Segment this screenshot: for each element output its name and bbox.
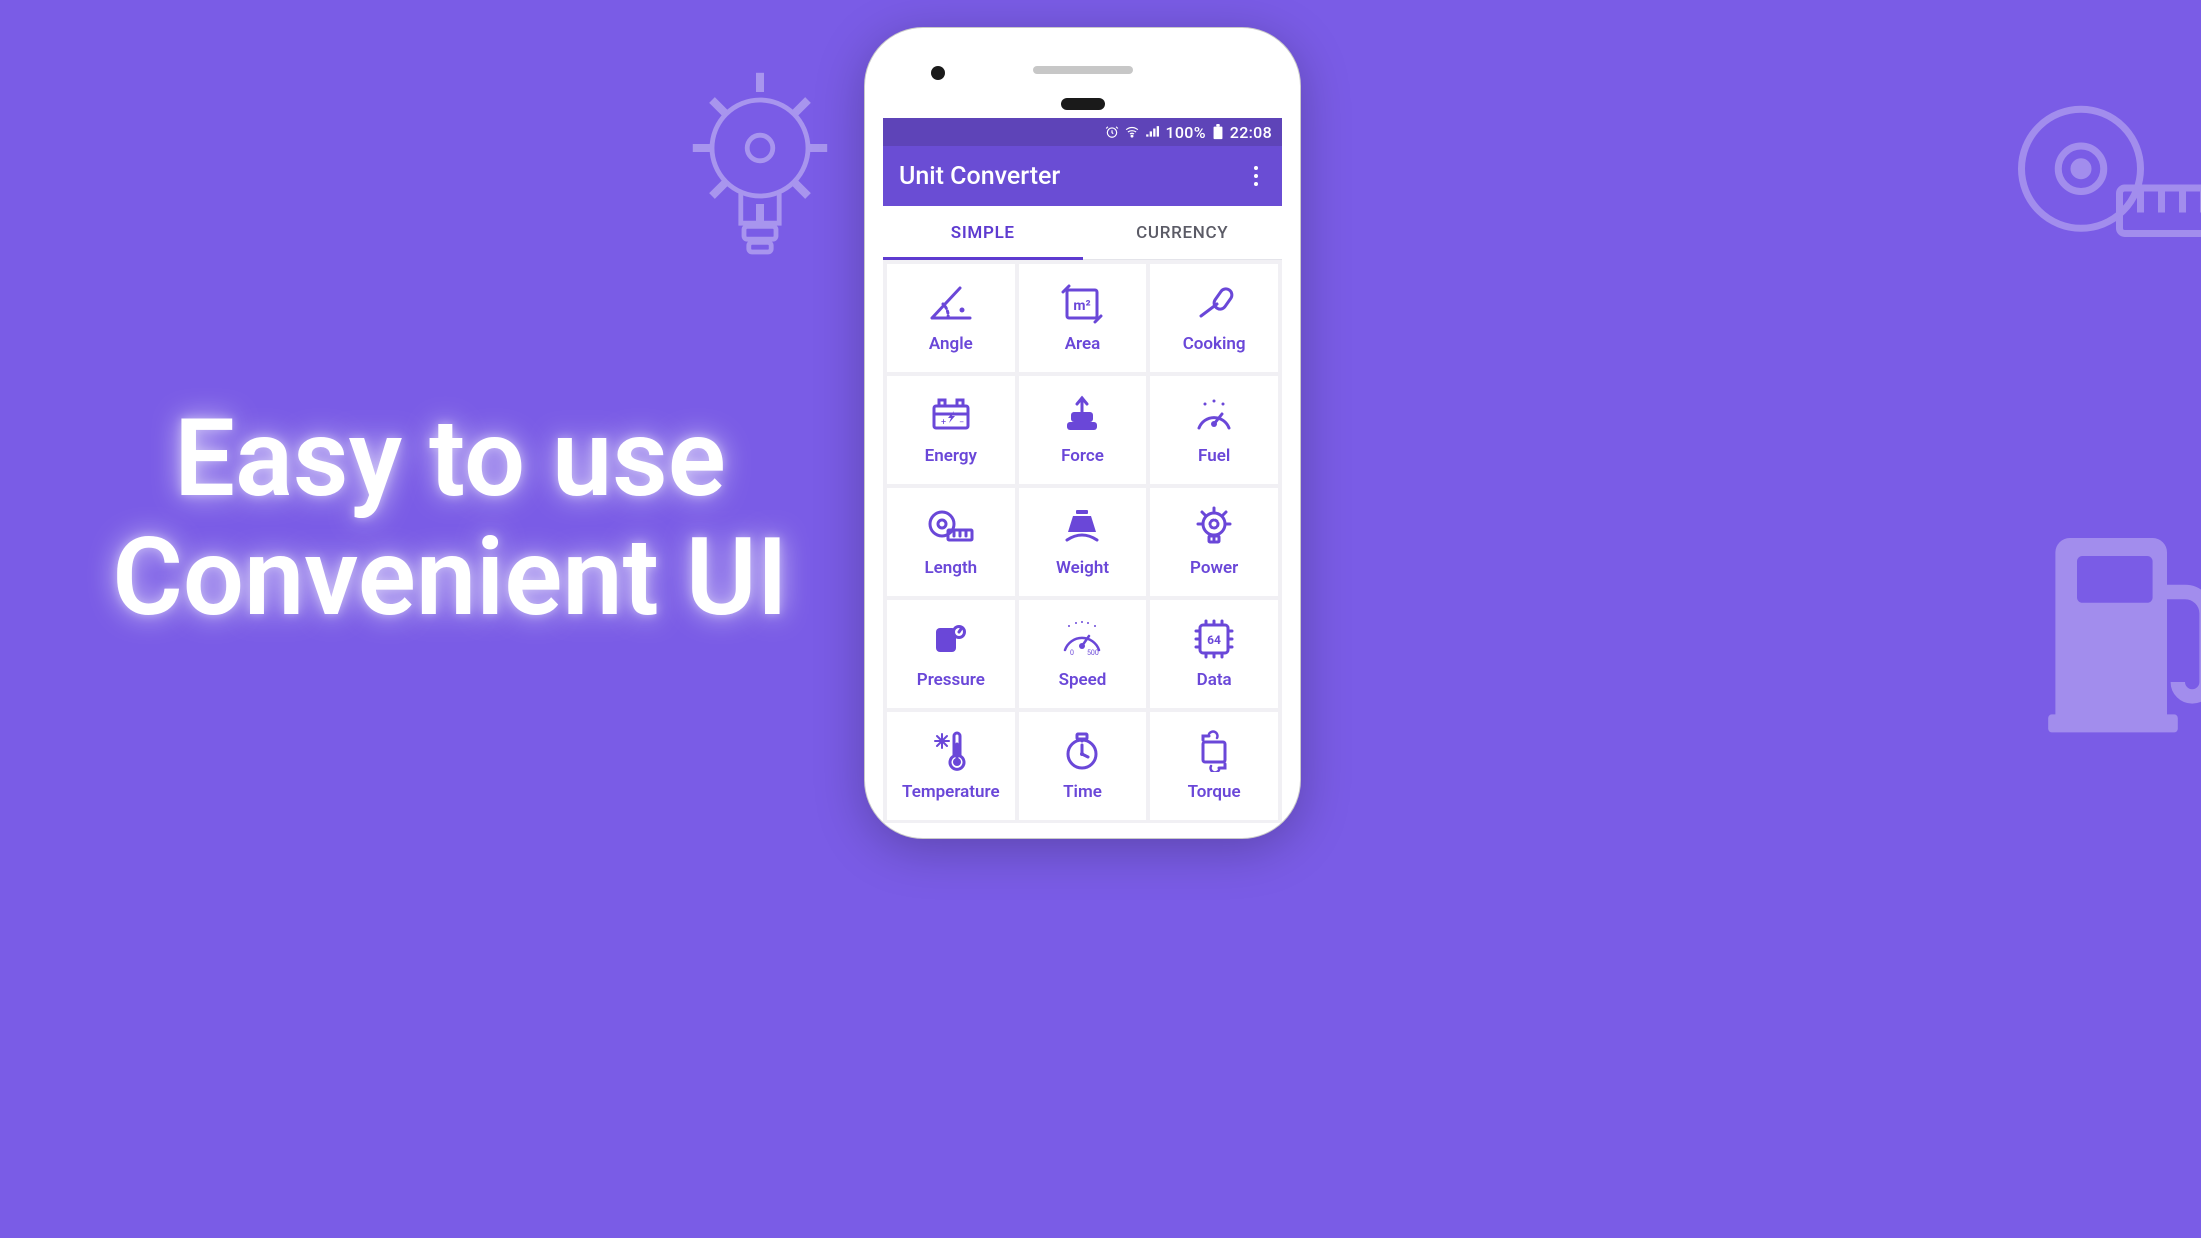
pressure-icon [926, 618, 976, 660]
category-data[interactable]: 64 Data [1150, 600, 1278, 708]
category-force[interactable]: Force [1019, 376, 1147, 484]
category-label: Angle [929, 334, 973, 354]
category-label: Length [924, 558, 977, 578]
phone-speaker-icon [1033, 66, 1133, 74]
power-icon [1189, 506, 1239, 548]
category-label: Energy [925, 446, 977, 466]
category-label: Area [1065, 334, 1101, 354]
svg-text:m²: m² [1074, 298, 1091, 314]
phone-bezel-top [865, 28, 1300, 118]
phone-camera-icon [931, 66, 945, 80]
svg-text:0: 0 [1070, 649, 1074, 657]
category-cooking[interactable]: Cooking [1150, 264, 1278, 372]
alarm-icon [1105, 125, 1119, 139]
category-pressure[interactable]: Pressure [887, 600, 1015, 708]
promo-headline: Easy to use Convenient UI [90, 400, 810, 638]
category-fuel[interactable]: Fuel [1150, 376, 1278, 484]
length-icon [926, 506, 976, 548]
lightbulb-gear-icon [680, 60, 840, 280]
category-length[interactable]: Length [887, 488, 1015, 596]
weight-icon [1057, 506, 1107, 548]
app-bar: Unit Converter [883, 146, 1282, 206]
category-label: Time [1063, 782, 1102, 802]
battery-icon [1212, 124, 1224, 140]
svg-text:−: − [959, 418, 964, 428]
fuel-icon [1189, 394, 1239, 436]
category-label: Weight [1056, 558, 1109, 578]
category-temperature[interactable]: Temperature [887, 712, 1015, 820]
category-weight[interactable]: Weight [1019, 488, 1147, 596]
tape-measure-icon [2011, 90, 2201, 260]
phone-screen: 100% 22:08 Unit Converter SIMPLE CURRENC… [883, 118, 1282, 823]
app-title: Unit Converter [899, 162, 1060, 191]
force-icon [1057, 394, 1107, 436]
category-label: Speed [1059, 670, 1107, 690]
svg-text:+: + [941, 418, 946, 428]
overflow-menu-button[interactable] [1246, 162, 1266, 190]
temperature-icon [926, 730, 976, 772]
promo-line-2: Convenient UI [90, 519, 810, 638]
svg-text:64: 64 [1207, 633, 1221, 647]
category-energy[interactable]: + − Energy [887, 376, 1015, 484]
category-area[interactable]: m² Area [1019, 264, 1147, 372]
category-label: Force [1061, 446, 1104, 466]
category-time[interactable]: Time [1019, 712, 1147, 820]
angle-icon [926, 282, 976, 324]
time-icon [1057, 730, 1107, 772]
category-label: Fuel [1198, 446, 1230, 466]
clock-text: 22:08 [1230, 123, 1272, 142]
phone-mockup: 100% 22:08 Unit Converter SIMPLE CURRENC… [865, 28, 1300, 838]
signal-icon [1145, 125, 1159, 139]
fuel-pump-icon [2041, 520, 2201, 740]
tab-bar: SIMPLE CURRENCY [883, 206, 1282, 260]
phone-home-pill-icon [1061, 98, 1105, 110]
category-label: Temperature [902, 782, 1000, 802]
cooking-icon [1189, 282, 1239, 324]
area-icon: m² [1057, 282, 1107, 324]
category-label: Data [1197, 670, 1232, 690]
status-bar: 100% 22:08 [883, 118, 1282, 146]
data-icon: 64 [1189, 618, 1239, 660]
wifi-icon [1125, 125, 1139, 139]
energy-icon: + − [926, 394, 976, 436]
torque-icon [1189, 730, 1239, 772]
category-label: Pressure [917, 670, 985, 690]
category-label: Torque [1188, 782, 1241, 802]
tab-simple[interactable]: SIMPLE [883, 206, 1083, 259]
tab-currency[interactable]: CURRENCY [1083, 206, 1283, 259]
svg-text:500: 500 [1087, 649, 1099, 657]
category-power[interactable]: Power [1150, 488, 1278, 596]
category-label: Power [1190, 558, 1238, 578]
battery-text: 100% [1165, 123, 1205, 142]
category-label: Cooking [1183, 334, 1246, 354]
speed-icon: 0 500 [1057, 618, 1107, 660]
category-torque[interactable]: Torque [1150, 712, 1278, 820]
category-angle[interactable]: Angle [887, 264, 1015, 372]
promo-line-1: Easy to use [90, 400, 810, 519]
category-speed[interactable]: 0 500 Speed [1019, 600, 1147, 708]
category-grid: Angle m² Area [883, 260, 1282, 823]
